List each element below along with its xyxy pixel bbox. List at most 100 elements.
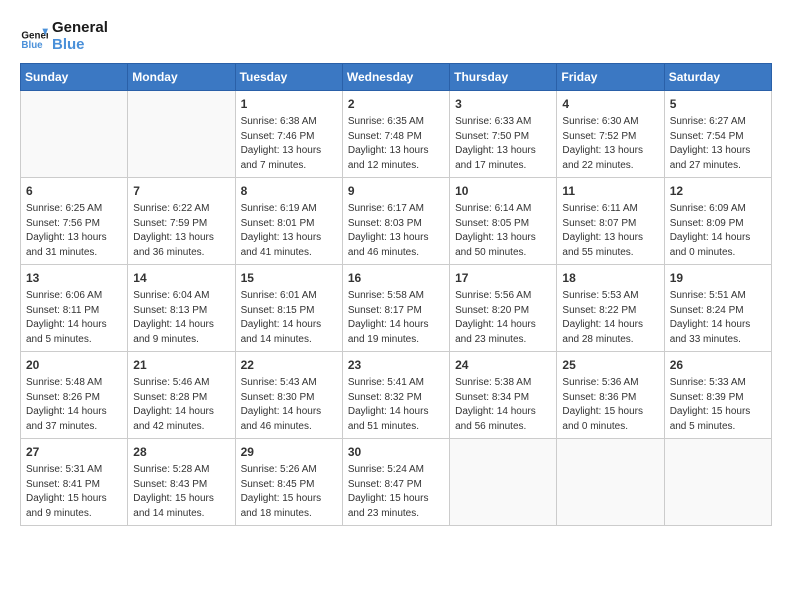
calendar-cell: 16Sunrise: 5:58 AMSunset: 8:17 PMDayligh… (342, 265, 449, 352)
calendar-cell: 22 Sunrise: 5:43 AMSunset: 8:30 PMDayligh… (235, 352, 342, 439)
weekday-header: Wednesday (342, 64, 449, 91)
day-number: 10 (455, 182, 551, 200)
day-info: Sunrise: 6:27 AMSunset: 7:54 PMDaylight:… (670, 115, 766, 173)
day-info: Sunrise: 6:25 AMSunset: 7:56 PMDaylight:… (26, 202, 122, 260)
day-number: 30 (348, 443, 444, 461)
day-number: 17 (455, 269, 551, 287)
day-number: 20 (26, 356, 122, 374)
calendar-cell: 18 Sunrise: 5:53 AMSunset: 8:22 PMDayligh… (557, 265, 664, 352)
day-number: 19 (670, 269, 766, 287)
logo: General Blue General Blue (20, 20, 108, 53)
day-info: Sunrise: 6:19 AMSunset: 8:01 PMDaylight:… (241, 202, 337, 260)
calendar-cell: 8 Sunrise: 6:19 AMSunset: 8:01 PMDaylight… (235, 178, 342, 265)
day-info: Sunrise: 5:51 AMSunset: 8:24 PMDaylight:… (670, 289, 766, 347)
day-info: Sunrise: 6:11 AMSunset: 8:07 PMDaylight:… (562, 202, 658, 260)
day-info: Sunrise: 6:01 AMSunset: 8:15 PMDaylight:… (241, 289, 337, 347)
calendar-cell (21, 91, 128, 178)
day-number: 12 (670, 182, 766, 200)
calendar-cell: 19 Sunrise: 5:51 AMSunset: 8:24 PMDayligh… (664, 265, 771, 352)
day-number: 9 (348, 182, 444, 200)
calendar-week-row: 27Sunrise: 5:31 AMSunset: 8:41 PMDayligh… (21, 439, 772, 526)
calendar-cell: 29 Sunrise: 5:26 AMSunset: 8:45 PMDayligh… (235, 439, 342, 526)
calendar-cell: 3 Sunrise: 6:33 AMSunset: 7:50 PMDaylight… (450, 91, 557, 178)
day-info: Sunrise: 5:41 AMSunset: 8:32 PMDaylight:… (348, 376, 444, 434)
weekday-header: Friday (557, 64, 664, 91)
day-number: 5 (670, 95, 766, 113)
day-info: Sunrise: 6:09 AMSunset: 8:09 PMDaylight:… (670, 202, 766, 260)
day-info: Sunrise: 6:38 AMSunset: 7:46 PMDaylight:… (241, 115, 337, 173)
day-info: Sunrise: 5:36 AMSunset: 8:36 PMDaylight:… (562, 376, 658, 434)
calendar-cell: 21Sunrise: 5:46 AMSunset: 8:28 PMDayligh… (128, 352, 235, 439)
logo-icon: General Blue (20, 23, 48, 51)
calendar-cell (557, 439, 664, 526)
day-info: Sunrise: 6:35 AMSunset: 7:48 PMDaylight:… (348, 115, 444, 173)
calendar-cell: 1 Sunrise: 6:38 AMSunset: 7:46 PMDaylight… (235, 91, 342, 178)
day-number: 11 (562, 182, 658, 200)
day-number: 18 (562, 269, 658, 287)
day-number: 29 (241, 443, 337, 461)
calendar-week-row: 6 Sunrise: 6:25 AMSunset: 7:56 PMDaylight… (21, 178, 772, 265)
day-info: Sunrise: 5:46 AMSunset: 8:28 PMDaylight:… (133, 376, 229, 434)
calendar-cell: 15 Sunrise: 6:01 AMSunset: 8:15 PMDayligh… (235, 265, 342, 352)
day-number: 1 (241, 95, 337, 113)
day-number: 3 (455, 95, 551, 113)
calendar-cell: 10 Sunrise: 6:14 AMSunset: 8:05 PMDayligh… (450, 178, 557, 265)
calendar-cell: 25 Sunrise: 5:36 AMSunset: 8:36 PMDayligh… (557, 352, 664, 439)
header: General Blue General Blue (20, 20, 772, 53)
calendar-cell: 13Sunrise: 6:06 AMSunset: 8:11 PMDayligh… (21, 265, 128, 352)
calendar-cell: 12 Sunrise: 6:09 AMSunset: 8:09 PMDayligh… (664, 178, 771, 265)
day-info: Sunrise: 6:04 AMSunset: 8:13 PMDaylight:… (133, 289, 229, 347)
day-number: 2 (348, 95, 444, 113)
day-info: Sunrise: 6:22 AMSunset: 7:59 PMDaylight:… (133, 202, 229, 260)
calendar-cell: 11 Sunrise: 6:11 AMSunset: 8:07 PMDayligh… (557, 178, 664, 265)
calendar-cell: 9 Sunrise: 6:17 AMSunset: 8:03 PMDaylight… (342, 178, 449, 265)
day-info: Sunrise: 6:14 AMSunset: 8:05 PMDaylight:… (455, 202, 551, 260)
day-number: 25 (562, 356, 658, 374)
day-number: 14 (133, 269, 229, 287)
calendar-cell (450, 439, 557, 526)
weekday-header-row: SundayMondayTuesdayWednesdayThursdayFrid… (21, 64, 772, 91)
day-number: 15 (241, 269, 337, 287)
calendar-cell: 28 Sunrise: 5:28 AMSunset: 8:43 PMDayligh… (128, 439, 235, 526)
calendar-cell: 4Sunrise: 6:30 AMSunset: 7:52 PMDaylight… (557, 91, 664, 178)
day-info: Sunrise: 5:31 AMSunset: 8:41 PMDaylight:… (26, 463, 122, 521)
day-number: 23 (348, 356, 444, 374)
day-number: 24 (455, 356, 551, 374)
day-number: 8 (241, 182, 337, 200)
day-number: 28 (133, 443, 229, 461)
calendar-cell: 23 Sunrise: 5:41 AMSunset: 8:32 PMDayligh… (342, 352, 449, 439)
day-info: Sunrise: 5:43 AMSunset: 8:30 PMDaylight:… (241, 376, 337, 434)
day-number: 22 (241, 356, 337, 374)
weekday-header: Saturday (664, 64, 771, 91)
day-info: Sunrise: 6:06 AMSunset: 8:11 PMDaylight:… (26, 289, 122, 347)
calendar-cell: 27Sunrise: 5:31 AMSunset: 8:41 PMDayligh… (21, 439, 128, 526)
day-info: Sunrise: 5:48 AMSunset: 8:26 PMDaylight:… (26, 376, 122, 434)
day-info: Sunrise: 5:56 AMSunset: 8:20 PMDaylight:… (455, 289, 551, 347)
calendar-cell: 17 Sunrise: 5:56 AMSunset: 8:20 PMDayligh… (450, 265, 557, 352)
day-info: Sunrise: 5:24 AMSunset: 8:47 PMDaylight:… (348, 463, 444, 521)
calendar-cell: 7Sunrise: 6:22 AMSunset: 7:59 PMDaylight… (128, 178, 235, 265)
day-info: Sunrise: 6:33 AMSunset: 7:50 PMDaylight:… (455, 115, 551, 173)
calendar-cell (128, 91, 235, 178)
calendar: SundayMondayTuesdayWednesdayThursdayFrid… (20, 63, 772, 526)
day-info: Sunrise: 5:33 AMSunset: 8:39 PMDaylight:… (670, 376, 766, 434)
calendar-week-row: 1 Sunrise: 6:38 AMSunset: 7:46 PMDaylight… (21, 91, 772, 178)
weekday-header: Sunday (21, 64, 128, 91)
day-number: 26 (670, 356, 766, 374)
calendar-cell: 5 Sunrise: 6:27 AMSunset: 7:54 PMDaylight… (664, 91, 771, 178)
day-info: Sunrise: 5:38 AMSunset: 8:34 PMDaylight:… (455, 376, 551, 434)
day-number: 4 (562, 95, 658, 113)
calendar-cell: 20 Sunrise: 5:48 AMSunset: 8:26 PMDayligh… (21, 352, 128, 439)
day-info: Sunrise: 5:53 AMSunset: 8:22 PMDaylight:… (562, 289, 658, 347)
day-info: Sunrise: 5:26 AMSunset: 8:45 PMDaylight:… (241, 463, 337, 521)
day-info: Sunrise: 6:17 AMSunset: 8:03 PMDaylight:… (348, 202, 444, 260)
calendar-cell: 6 Sunrise: 6:25 AMSunset: 7:56 PMDaylight… (21, 178, 128, 265)
weekday-header: Thursday (450, 64, 557, 91)
day-number: 6 (26, 182, 122, 200)
calendar-cell: 2 Sunrise: 6:35 AMSunset: 7:48 PMDaylight… (342, 91, 449, 178)
calendar-week-row: 13Sunrise: 6:06 AMSunset: 8:11 PMDayligh… (21, 265, 772, 352)
calendar-cell: 14 Sunrise: 6:04 AMSunset: 8:13 PMDayligh… (128, 265, 235, 352)
day-info: Sunrise: 5:28 AMSunset: 8:43 PMDaylight:… (133, 463, 229, 521)
weekday-header: Monday (128, 64, 235, 91)
calendar-cell: 24 Sunrise: 5:38 AMSunset: 8:34 PMDayligh… (450, 352, 557, 439)
